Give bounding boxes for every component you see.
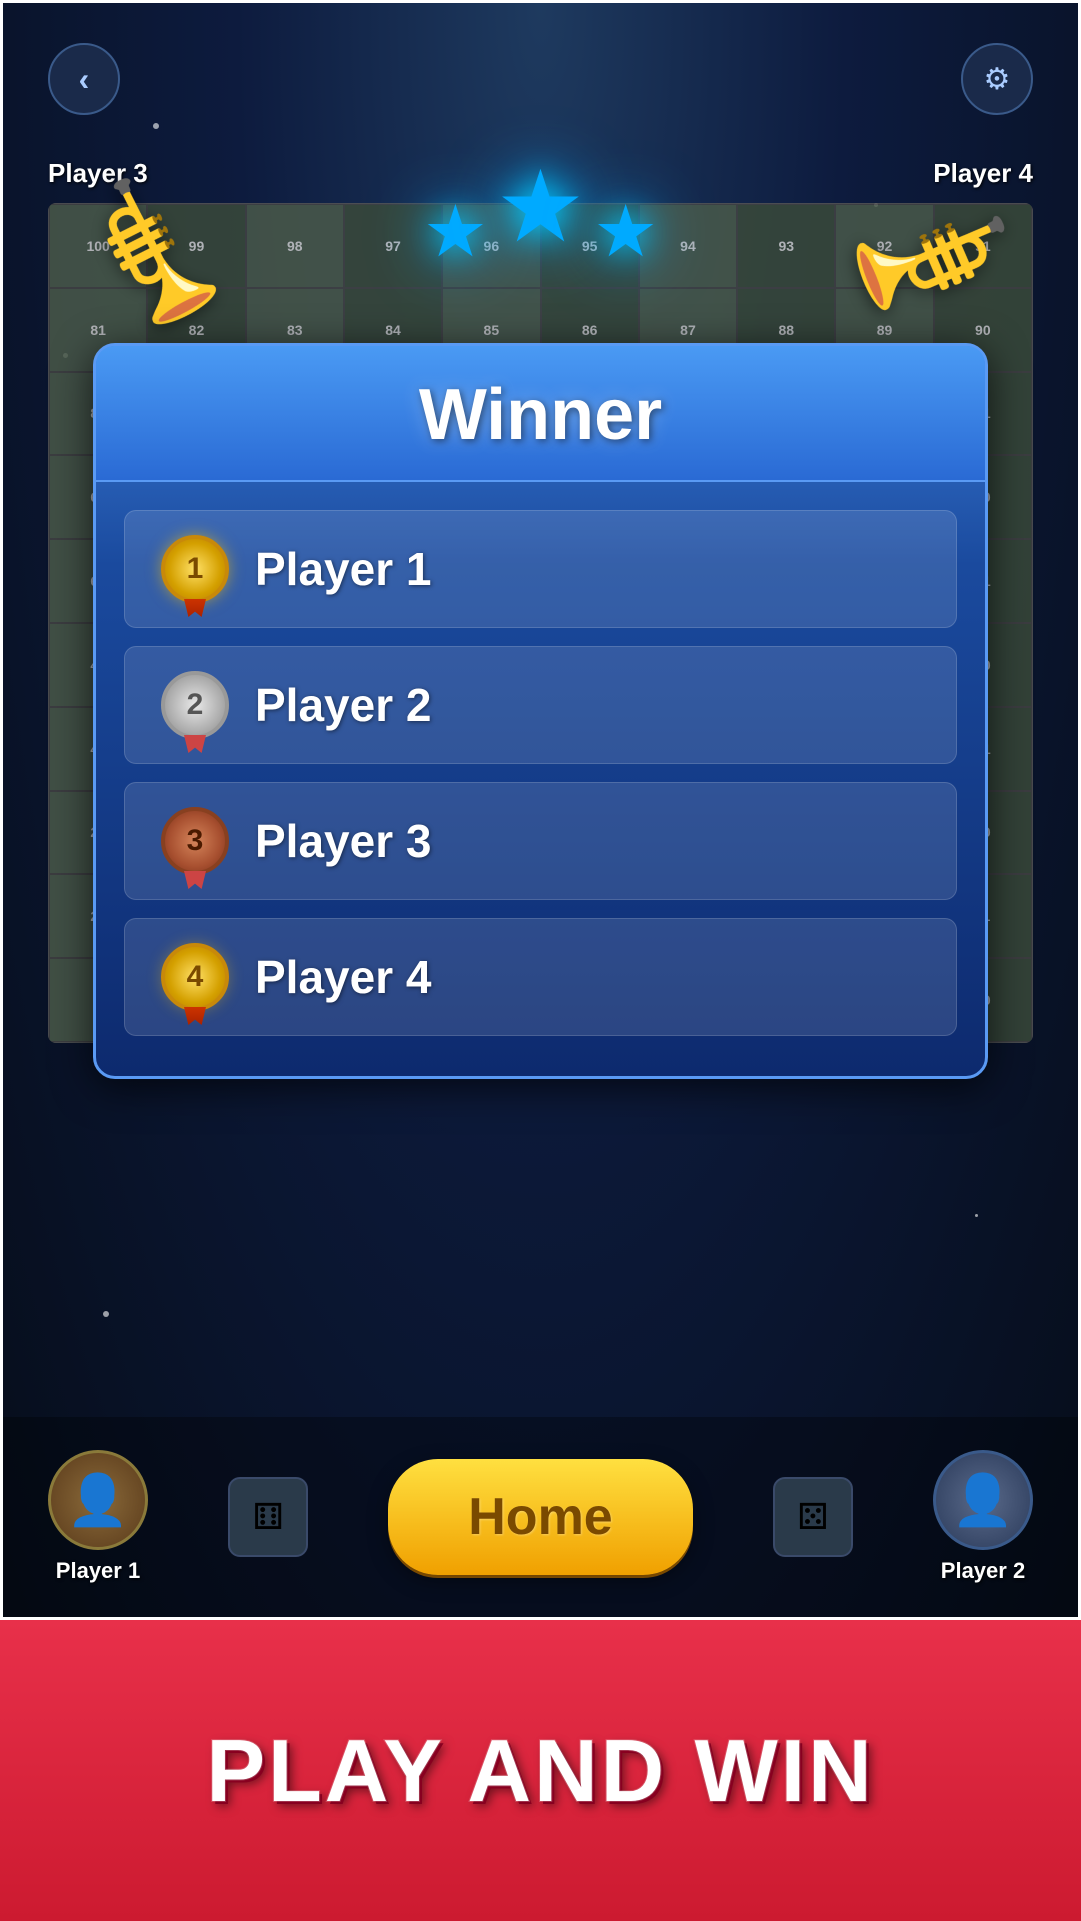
- cell: 93: [737, 204, 835, 288]
- player-2-bottom-label: Player 2: [941, 1558, 1025, 1584]
- winner-title: Winner: [419, 375, 662, 455]
- medal-3: 3: [155, 801, 235, 881]
- star-right-icon: ★: [593, 189, 658, 273]
- back-button[interactable]: ‹: [48, 43, 120, 115]
- medal-ribbon-1: [184, 599, 206, 617]
- player-row-4: 4 Player 4: [124, 918, 957, 1036]
- dice-right: ⚄: [773, 1477, 853, 1557]
- banner-text: Play And Win: [206, 1720, 874, 1822]
- medal-circle-2: 2: [161, 671, 229, 739]
- sparkle-4: [975, 1214, 978, 1217]
- medal-1: 1: [155, 529, 235, 609]
- player-name-4: Player 4: [255, 950, 431, 1004]
- player-top-right-label: Player 4: [933, 158, 1033, 189]
- medal-ribbon-4: [184, 1007, 206, 1025]
- player-name-1: Player 1: [255, 542, 431, 596]
- players-list: 1 Player 1 2 Player 2 3: [96, 482, 985, 1036]
- settings-icon: ⚙: [984, 62, 1011, 97]
- cell: 98: [246, 204, 344, 288]
- player-row-1: 1 Player 1: [124, 510, 957, 628]
- player-row-2: 2 Player 2: [124, 646, 957, 764]
- player-1-bottom-label: Player 1: [56, 1558, 140, 1584]
- sparkle-5: [103, 1311, 109, 1317]
- player-1-avatar: 👤 Player 1: [48, 1450, 148, 1584]
- medal-circle-1: 1: [161, 535, 229, 603]
- medal-4: 4: [155, 937, 235, 1017]
- player-row-3: 3 Player 3: [124, 782, 957, 900]
- bottom-bar: 👤 Player 1 ⚅ Home ⚄ 👤 Player 2: [3, 1417, 1078, 1617]
- main-container: ‹ ⚙ Player 3 Player 4 100 99 98 97 96 95…: [0, 0, 1081, 1921]
- stars-container: ★ ★ ★: [423, 148, 658, 273]
- sparkle-1: [153, 123, 159, 129]
- back-icon: ‹: [79, 61, 90, 98]
- medal-ribbon-2: [184, 735, 206, 753]
- star-left-icon: ★: [423, 189, 488, 273]
- player-name-2: Player 2: [255, 678, 431, 732]
- bottom-banner: Play And Win: [0, 1620, 1081, 1921]
- medal-circle-3: 3: [161, 807, 229, 875]
- settings-button[interactable]: ⚙: [961, 43, 1033, 115]
- star-center-icon: ★: [496, 148, 586, 265]
- medal-ribbon-3: [184, 871, 206, 889]
- home-button-label: Home: [468, 1488, 612, 1546]
- game-area: ‹ ⚙ Player 3 Player 4 100 99 98 97 96 95…: [0, 0, 1081, 1620]
- player-2-avatar: 👤 Player 2: [933, 1450, 1033, 1584]
- player-2-avatar-circle: 👤: [933, 1450, 1033, 1550]
- medal-2: 2: [155, 665, 235, 745]
- player-name-3: Player 3: [255, 814, 431, 868]
- player-1-avatar-circle: 👤: [48, 1450, 148, 1550]
- winner-header: Winner: [96, 346, 985, 482]
- medal-circle-4: 4: [161, 943, 229, 1011]
- home-button[interactable]: Home: [388, 1459, 692, 1575]
- dice-left: ⚅: [228, 1477, 308, 1557]
- winner-modal: Winner 1 Player 1 2 Play: [93, 343, 988, 1079]
